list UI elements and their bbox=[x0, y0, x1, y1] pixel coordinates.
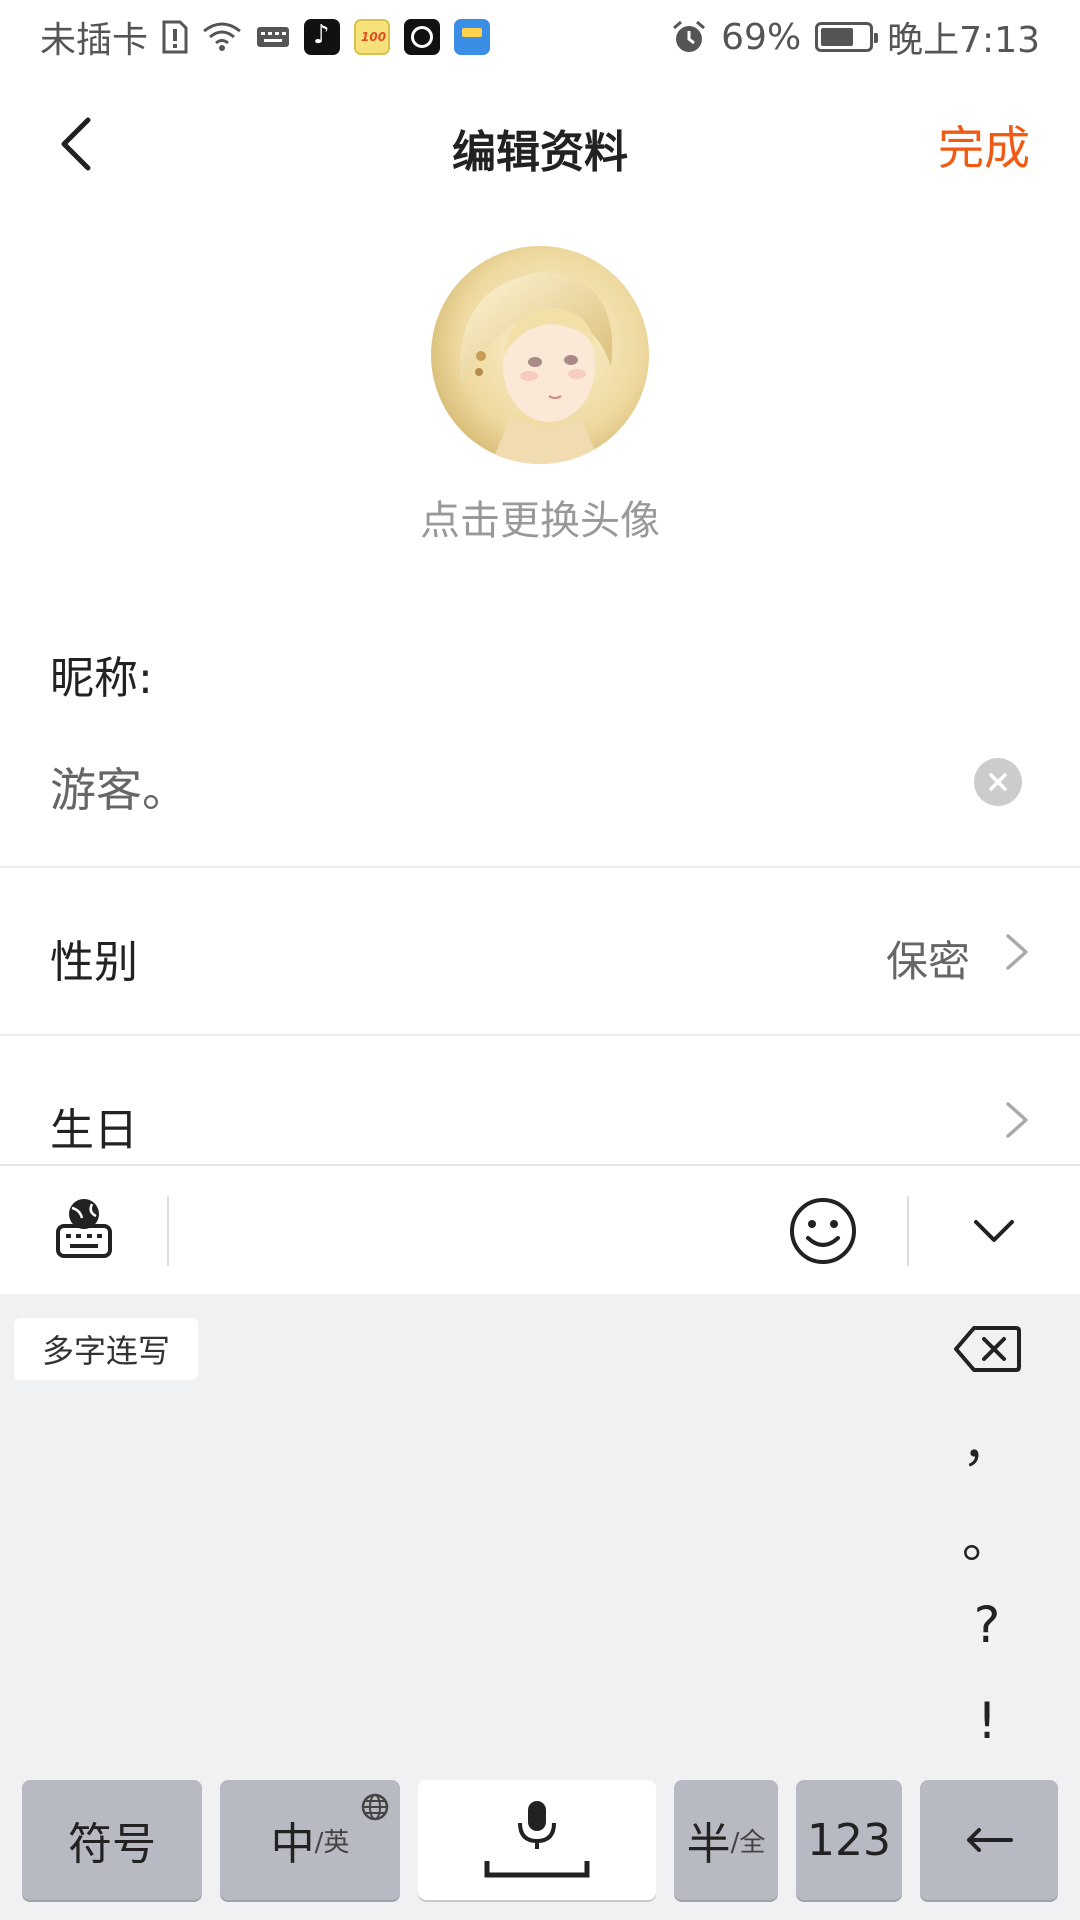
page-title: 编辑资料 bbox=[452, 127, 628, 178]
sim-alert-icon bbox=[162, 20, 188, 54]
symbol-key-label: 符号 bbox=[68, 1819, 156, 1870]
keyboard-panel: 多字连写 ， 。 ? ! 符号 中/英 半/全 123 bbox=[0, 1294, 1080, 1920]
status-bar: 未插卡 69% 晚上7:13 bbox=[0, 0, 1080, 74]
enter-key[interactable] bbox=[920, 1780, 1058, 1900]
chevron-right-icon bbox=[1006, 1102, 1028, 1138]
carrier-text: 未插卡 bbox=[40, 20, 149, 61]
done-button[interactable]: 完成 bbox=[938, 112, 1030, 178]
toolbar-separator bbox=[907, 1196, 909, 1266]
lang-main-label: 中 bbox=[270, 1819, 315, 1870]
nickname-input[interactable] bbox=[50, 752, 950, 822]
punct-key-question[interactable]: ? bbox=[950, 1596, 1024, 1654]
record-icon bbox=[404, 19, 441, 55]
avatar[interactable] bbox=[431, 246, 649, 464]
keyboard-icon bbox=[257, 27, 290, 47]
close-icon bbox=[989, 773, 1007, 791]
punct-key-exclamation[interactable]: ! bbox=[950, 1692, 1024, 1750]
keyboard-toolbar bbox=[0, 1164, 1080, 1294]
half-main-label: 半 bbox=[686, 1819, 731, 1870]
microphone-icon bbox=[484, 1801, 590, 1878]
header: 编辑资料 完成 bbox=[0, 74, 1080, 214]
clock-text: 晚上7:13 bbox=[887, 20, 1040, 61]
number-key-label: 123 bbox=[807, 1814, 891, 1866]
number-key[interactable]: 123 bbox=[796, 1780, 902, 1900]
divider bbox=[0, 866, 1080, 868]
half-full-width-key[interactable]: 半/全 bbox=[674, 1780, 778, 1900]
divider bbox=[0, 1034, 1080, 1036]
status-right: 69% 晚上7:13 bbox=[671, 11, 1040, 63]
emoji-icon[interactable] bbox=[788, 1196, 858, 1266]
message-icon bbox=[454, 19, 491, 55]
language-switch-key[interactable]: 中/英 bbox=[220, 1780, 400, 1900]
birthday-label: 生日 bbox=[50, 1105, 138, 1156]
lang-sub-label: /英 bbox=[314, 1827, 350, 1858]
enter-icon bbox=[967, 1828, 1013, 1852]
avatar-illustration bbox=[431, 246, 649, 464]
space-key[interactable] bbox=[418, 1780, 656, 1900]
backspace-icon[interactable] bbox=[952, 1324, 1022, 1374]
globe-keyboard-icon[interactable] bbox=[54, 1196, 114, 1260]
globe-icon bbox=[361, 1793, 389, 1821]
symbol-key[interactable]: 符号 bbox=[22, 1780, 202, 1900]
alarm-icon bbox=[673, 20, 706, 52]
wifi-icon bbox=[203, 22, 241, 51]
punct-key-period[interactable]: 。 bbox=[950, 1500, 1024, 1572]
status-left: 未插卡 bbox=[40, 11, 491, 63]
punct-key-comma[interactable]: ， bbox=[950, 1404, 1024, 1476]
gender-value: 保密 bbox=[885, 937, 970, 986]
clear-input-button[interactable] bbox=[974, 758, 1022, 806]
chevron-right-icon bbox=[1006, 934, 1028, 970]
tiktok-icon bbox=[304, 19, 341, 55]
multi-char-toggle[interactable]: 多字连写 bbox=[14, 1318, 198, 1380]
chevron-down-icon[interactable] bbox=[972, 1216, 1016, 1246]
score-100-icon bbox=[354, 19, 391, 55]
toolbar-separator bbox=[167, 1196, 169, 1266]
gender-label: 性别 bbox=[50, 937, 138, 988]
half-sub-label: /全 bbox=[730, 1827, 766, 1858]
battery-icon bbox=[815, 22, 879, 52]
avatar-hint[interactable]: 点击更换头像 bbox=[0, 488, 1080, 546]
nickname-label: 昵称: bbox=[50, 653, 153, 704]
battery-fill bbox=[821, 28, 854, 46]
battery-percent: 69% bbox=[721, 16, 802, 58]
